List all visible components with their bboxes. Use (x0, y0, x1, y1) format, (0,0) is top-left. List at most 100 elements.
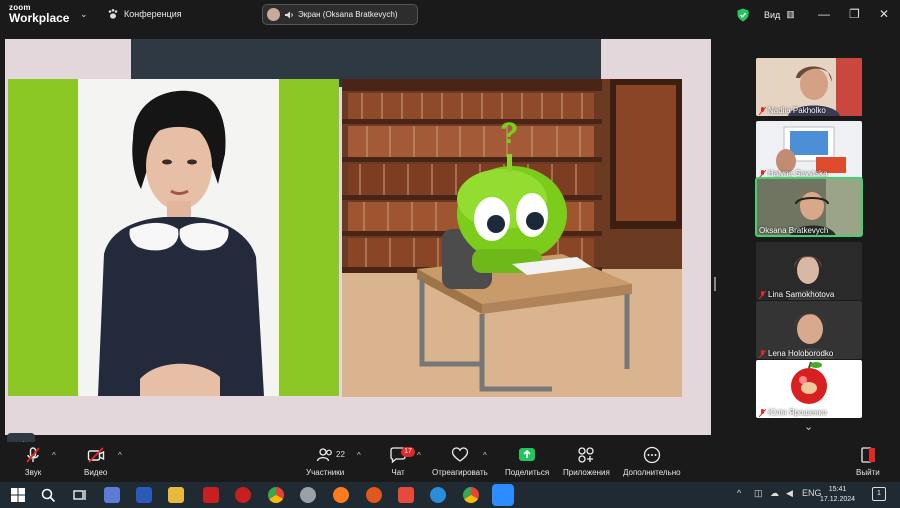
apps-label: Приложения (563, 468, 610, 477)
participants-count: 22 (336, 450, 345, 459)
network-icon[interactable]: ◫ (754, 488, 763, 499)
clock-time: 15:41 (828, 486, 847, 493)
title-bar: zoom Workplace ⌄ Конференция Экран (Oksa… (0, 0, 900, 30)
windows-start-icon[interactable] (10, 487, 26, 503)
chat-badge: 17 (401, 447, 415, 457)
share-label: Поделиться (505, 468, 550, 477)
question-mark: ? (500, 117, 518, 150)
participant-tile[interactable]: Lena Holoborodko (756, 301, 862, 359)
restore-icon[interactable]: ❐ (849, 7, 860, 21)
view-label: Вид (764, 9, 781, 20)
save-app-icon[interactable] (104, 487, 120, 503)
leave-button[interactable]: Выйти (856, 446, 880, 477)
view-button[interactable]: Вид ▥ (764, 9, 795, 20)
heart-icon (451, 447, 469, 462)
shared-screen: ? (0, 30, 720, 461)
pdf-reader-icon[interactable] (203, 487, 219, 503)
clock[interactable]: 15:41 17.12.2024 (820, 485, 855, 505)
mic-off-icon (759, 408, 766, 417)
zoom-logo: zoom Workplace (9, 3, 70, 25)
mic-off-icon (26, 447, 40, 463)
library-animation: ? (342, 79, 682, 397)
share-label: Экран (Oksana Bratkevych) (298, 10, 398, 19)
resize-handle[interactable] (714, 277, 716, 291)
participant-tile[interactable]: Nadiia Pakholko (756, 58, 862, 116)
react-label: Отреагировать (432, 468, 488, 477)
grid-icon: ▥ (786, 9, 795, 19)
meeting-toolbar: Звук ^ Видео ^ Участники 22 ^ Чат ^ Отре… (0, 442, 900, 482)
mic-off-icon (759, 169, 766, 178)
chrome-icon[interactable] (268, 487, 284, 503)
close-icon[interactable]: ✕ (879, 7, 889, 21)
mic-off-icon (759, 349, 766, 358)
more-icon (643, 446, 660, 464)
participants-panel: Nadiia Pakholko Halyna Savytska Oksana B… (728, 30, 900, 442)
chevron-up-icon[interactable]: ^ (357, 451, 361, 460)
zoom-taskbar-icon[interactable] (492, 484, 514, 506)
chevron-down-icon[interactable]: ⌄ (80, 9, 88, 20)
meeting-label: Конференция (124, 9, 182, 19)
language-indicator[interactable]: ENG (802, 488, 822, 498)
participant-tile[interactable]: Юлія Ярошенко (756, 360, 862, 418)
word-icon[interactable] (136, 487, 152, 503)
notifications-icon[interactable]: 1 (872, 487, 886, 501)
chevron-up-icon[interactable]: ^ (417, 451, 421, 460)
zoom-window: zoom Workplace ⌄ Конференция Экран (Oksa… (0, 0, 900, 508)
task-view-icon[interactable] (72, 487, 88, 503)
speaker-icon (285, 11, 293, 18)
participant-tile[interactable]: Lina Samokhotova (756, 242, 862, 300)
chat-label: Чат (391, 468, 405, 477)
share-screen-icon (519, 448, 536, 461)
chevron-up-icon[interactable]: ^ (118, 451, 122, 460)
avatar (267, 8, 280, 21)
participant-name: Nadiia Pakholko (759, 106, 826, 115)
chrome-icon[interactable] (463, 487, 479, 503)
library-scene: ? (342, 79, 682, 397)
audio-button[interactable]: Звук (24, 446, 42, 477)
app-icon[interactable] (300, 487, 316, 503)
chevron-up-icon[interactable]: ^ (483, 451, 487, 460)
share-button[interactable]: Поделиться (505, 446, 549, 477)
search-icon[interactable] (40, 487, 56, 503)
leave-icon (861, 447, 875, 463)
video-button[interactable]: Видео (84, 446, 107, 477)
file-explorer-icon[interactable] (168, 487, 184, 503)
react-button[interactable]: Отреагировать (432, 446, 488, 477)
teacher-backdrop (78, 79, 279, 396)
teacher-figure (98, 90, 264, 396)
chevron-down-icon[interactable]: ⌄ (804, 420, 813, 433)
participant-tile-active[interactable]: Oksana Bratkevych (755, 177, 863, 237)
app-icon[interactable] (366, 487, 382, 503)
screen-share-indicator[interactable]: Экран (Oksana Bratkevych) (262, 4, 418, 25)
anydesk-icon[interactable] (398, 487, 414, 503)
minimize-icon[interactable]: — (818, 7, 830, 21)
more-button[interactable]: Дополнительно (623, 446, 681, 477)
presentation-slide: ? (5, 39, 711, 435)
clock-date: 17.12.2024 (820, 496, 856, 503)
windows-taskbar: ^ ◫ ☁ ◀ ENG 15:41 17.12.2024 1 (0, 482, 900, 508)
video-label: Видео (84, 468, 108, 477)
participant-name: Lina Samokhotova (759, 290, 834, 299)
shield-icon[interactable] (737, 8, 749, 22)
camera-off-icon (87, 447, 104, 463)
opera-icon[interactable] (235, 487, 251, 503)
edge-icon[interactable] (430, 487, 446, 503)
apps-icon (578, 447, 595, 463)
cloud-icon[interactable]: ☁ (770, 488, 779, 499)
more-label: Дополнительно (623, 468, 681, 477)
participant-name: Oksana Bratkevych (759, 226, 829, 235)
participant-name: Lena Holoborodko (759, 349, 833, 358)
volume-icon[interactable]: ◀ (786, 488, 793, 499)
participant-name: Halyna Savytska (759, 169, 828, 178)
brand-line2: Workplace (9, 11, 70, 25)
apps-button[interactable]: Приложения (563, 446, 610, 477)
chevron-up-icon[interactable]: ^ (737, 488, 741, 498)
participants-label: Участники (306, 468, 345, 477)
chevron-up-icon[interactable]: ^ (52, 451, 56, 460)
paw-icon (108, 9, 118, 19)
participant-tile[interactable]: Halyna Savytska (756, 121, 862, 179)
firefox-icon[interactable] (333, 487, 349, 503)
meeting-info-button[interactable]: Конференция (107, 8, 182, 20)
mic-off-icon (759, 290, 766, 299)
mic-off-icon (759, 106, 766, 115)
